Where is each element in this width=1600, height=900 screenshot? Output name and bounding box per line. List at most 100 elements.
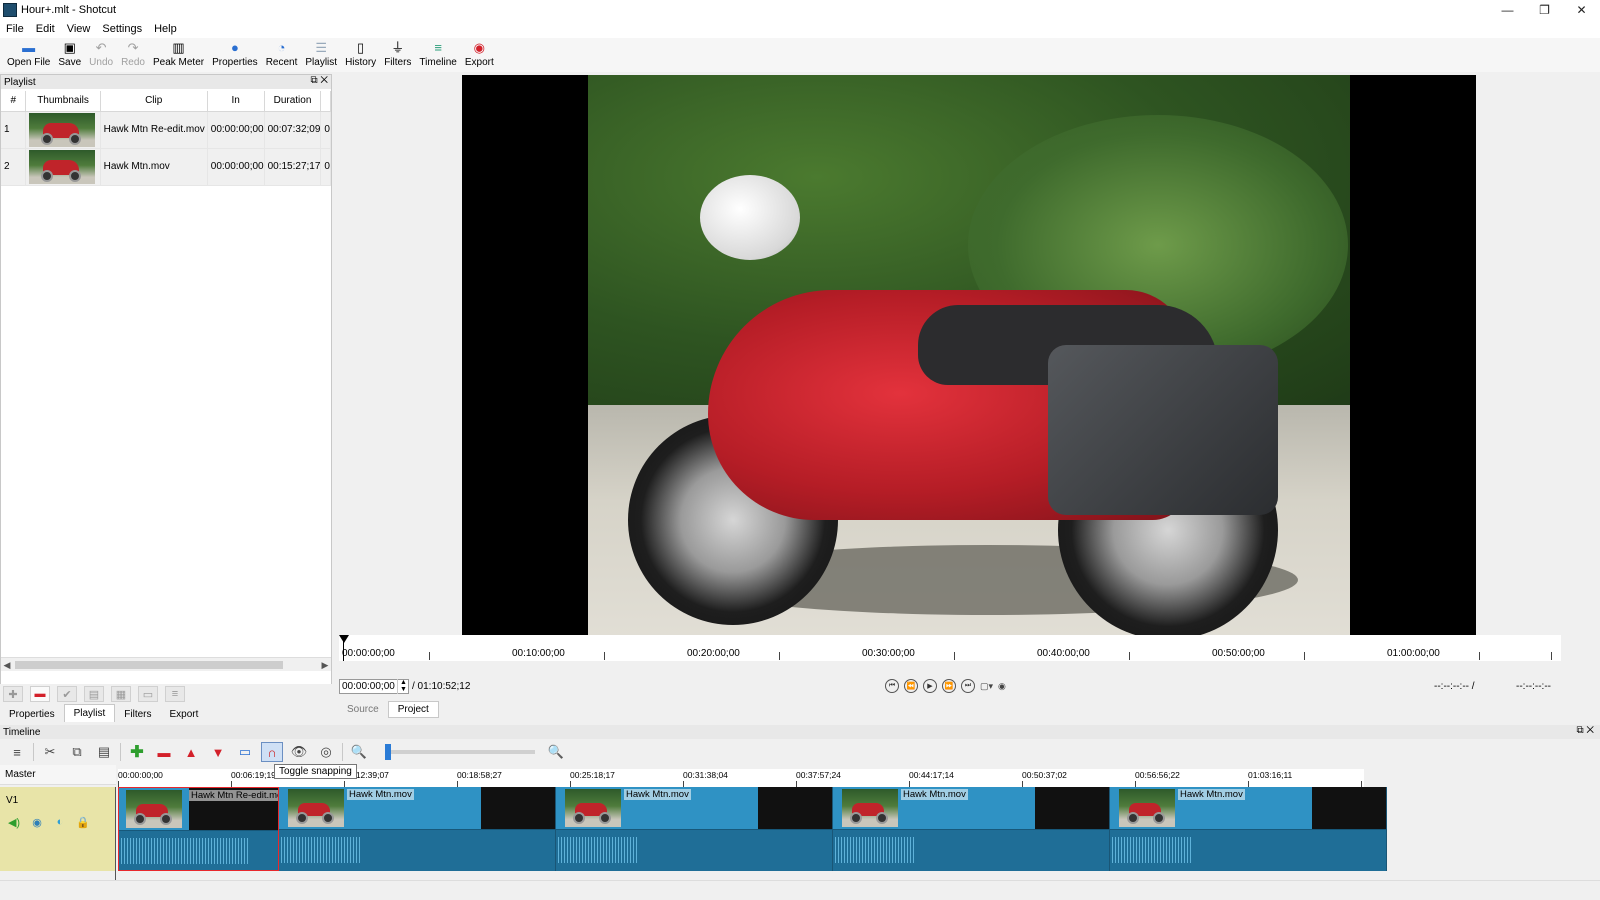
scrub-while-dragging-icon[interactable]: 👁 [288, 742, 310, 762]
close-button[interactable]: ✕ [1563, 0, 1600, 20]
skip-next-icon[interactable]: ⏭ [961, 679, 975, 693]
zoom-slider[interactable] [385, 744, 535, 760]
info-icon: ● [230, 40, 239, 55]
volume-icon[interactable]: ◉ [998, 681, 1006, 692]
snapping-toggle-icon[interactable]: ∩ [261, 742, 283, 762]
overwrite-icon[interactable]: ▼ [207, 742, 229, 762]
timeline-horizontal-scrollbar[interactable] [0, 880, 1600, 900]
playlist-tiles-view-icon[interactable]: ▦ [111, 686, 131, 702]
tab-source[interactable]: Source [338, 701, 388, 718]
timeline-icon: ≡ [434, 40, 442, 55]
col-number[interactable]: # [1, 91, 27, 112]
timeline-clip[interactable]: Hawk Mtn.mov [833, 787, 1110, 871]
properties-button[interactable]: ● Properties [209, 38, 261, 68]
timeline-clip[interactable]: Hawk Mtn.mov [556, 787, 833, 871]
video-preview [462, 75, 1476, 646]
panel-float-close-icons[interactable]: ⧉ ✕ [1576, 725, 1594, 736]
fast-forward-icon[interactable]: ⏩ [942, 679, 956, 693]
lock-icon[interactable]: 🔒 [74, 815, 92, 829]
undo-button[interactable]: ↶ Undo [86, 38, 116, 68]
tab-filters[interactable]: Filters [115, 706, 160, 722]
ruler-label: 00:25:18;17 [570, 770, 615, 780]
col-thumbnails[interactable]: Thumbnails [25, 91, 101, 112]
playlist-update-icon[interactable]: ✔ [57, 686, 77, 702]
timeline-menu-icon[interactable]: ≡ [6, 742, 28, 762]
scroll-right-icon[interactable]: ▶ [319, 658, 331, 672]
menu-view[interactable]: View [61, 23, 97, 35]
mute-icon[interactable]: ◀) [5, 815, 23, 829]
menu-edit[interactable]: Edit [30, 23, 61, 35]
scrollbar-thumb[interactable] [15, 661, 283, 669]
filters-button[interactable]: ⏚ Filters [381, 38, 414, 68]
playlist-menu-icon[interactable]: ≡ [165, 686, 185, 702]
col-clip[interactable]: Clip [100, 91, 208, 112]
export-button[interactable]: ◉ Export [462, 38, 497, 68]
scroll-left-icon[interactable]: ◀ [1, 658, 13, 672]
row-duration: 00:15:27;17 [264, 148, 322, 186]
track-header-v1[interactable]: V1 ◀) ◉ ◐ 🔒 [0, 787, 116, 871]
viewer-playhead[interactable] [339, 635, 349, 643]
clip-thumbnail [29, 149, 96, 184]
tab-playlist[interactable]: Playlist [63, 704, 116, 722]
timeline-panel-title: Timeline ⧉ ✕ [0, 725, 1600, 739]
panel-float-close-icons[interactable]: ⧉ ✕ [310, 75, 328, 86]
playlist-icon: ☰ [315, 40, 328, 55]
timeline-clip[interactable]: Hawk Mtn.mov [1110, 787, 1387, 871]
playlist-horizontal-scrollbar[interactable]: ◀ ▶ [1, 657, 331, 671]
playlist-row[interactable]: 2 Hawk Mtn.mov 00:00:00;00 00:15:27;17 0 [1, 148, 331, 186]
ruler-label: 00:44:17;14 [909, 770, 954, 780]
copy-icon[interactable]: ⧉ [66, 742, 88, 762]
menu-settings[interactable]: Settings [96, 23, 148, 35]
timeline-toolbar: ≡ ✂ ⧉ ▤ ✚ ▬ ▲ ▼ ▭ ∩ 👁 ◎ 🔍 🔍 [0, 739, 1600, 765]
append-icon[interactable]: ✚ [126, 742, 148, 762]
ripple-delete-icon[interactable]: ▬ [153, 742, 175, 762]
rewind-icon[interactable]: ⏪ [904, 679, 918, 693]
timeline-clip[interactable]: Hawk Mtn.mov [279, 787, 556, 871]
col-in[interactable]: In [207, 91, 265, 112]
clip-label: Hawk Mtn Re-edit.mov [189, 790, 278, 801]
playlist-panel: Playlist ⧉ ✕ # Thumbnails Clip In Durati… [0, 74, 332, 686]
lift-icon[interactable]: ▲ [180, 742, 202, 762]
viewer-timeline-ruler[interactable]: 00:00:00;00 00:10:00;00 00:20:00;00 00:3… [339, 635, 1561, 661]
zoom-in-icon[interactable]: 🔍 [545, 742, 567, 762]
tab-export[interactable]: Export [161, 706, 208, 722]
open-file-button[interactable]: ▬ Open File [4, 38, 53, 68]
zoom-slider-handle[interactable] [385, 744, 391, 760]
composite-icon[interactable]: ◐ [51, 815, 69, 829]
ripple-icon[interactable]: ◎ [315, 742, 337, 762]
grid-toggle-icon[interactable]: ▢▾ [980, 681, 993, 692]
tab-properties[interactable]: Properties [0, 706, 64, 722]
history-button[interactable]: ▯ History [342, 38, 379, 68]
playlist-panel-title: Playlist ⧉ ✕ [1, 75, 331, 89]
hide-icon[interactable]: ◉ [28, 815, 46, 829]
split-at-playhead-icon[interactable]: ▭ [234, 742, 256, 762]
tab-project[interactable]: Project [387, 701, 439, 718]
timeline-clip[interactable]: Hawk Mtn Re-edit.mov [118, 787, 279, 871]
redo-button[interactable]: ↷ Redo [118, 38, 148, 68]
playlist-add-icon[interactable]: ✚ [3, 686, 23, 702]
paste-icon[interactable]: ▤ [93, 742, 115, 762]
restore-button[interactable]: ❐ [1526, 0, 1563, 20]
playlist-tools: ✚ ▬ ✔ ▤ ▦ ▭ ≡ [0, 684, 332, 704]
playlist-details-view-icon[interactable]: ▤ [84, 686, 104, 702]
playlist-icons-view-icon[interactable]: ▭ [138, 686, 158, 702]
col-duration[interactable]: Duration [264, 91, 322, 112]
cut-icon[interactable]: ✂ [39, 742, 61, 762]
minimize-button[interactable]: — [1489, 0, 1526, 20]
playlist-row[interactable]: 1 Hawk Mtn Re-edit.mov 00:00:00;00 00:07… [1, 111, 331, 149]
timeline-button[interactable]: ≡ Timeline [416, 38, 459, 68]
play-icon[interactable]: ▶ [923, 679, 937, 693]
playlist-button[interactable]: ☰ Playlist [302, 38, 340, 68]
timecode-spinner-icon[interactable]: ▲ ▼ [397, 679, 409, 694]
playlist-remove-icon[interactable]: ▬ [30, 686, 50, 702]
zoom-out-icon[interactable]: 🔍 [348, 742, 370, 762]
peak-meter-button[interactable]: ▥ Peak Meter [150, 38, 207, 68]
left-dock-tabs: Properties Playlist Filters Export [0, 704, 207, 722]
recent-button[interactable]: ◔ Recent [263, 38, 301, 68]
menu-help[interactable]: Help [148, 23, 183, 35]
menu-file[interactable]: File [0, 23, 30, 35]
save-button[interactable]: ▣ Save [55, 38, 84, 68]
col-extra [320, 91, 331, 112]
skip-previous-icon[interactable]: ⏮ [885, 679, 899, 693]
total-duration: / 01:10:52;12 [412, 681, 471, 692]
